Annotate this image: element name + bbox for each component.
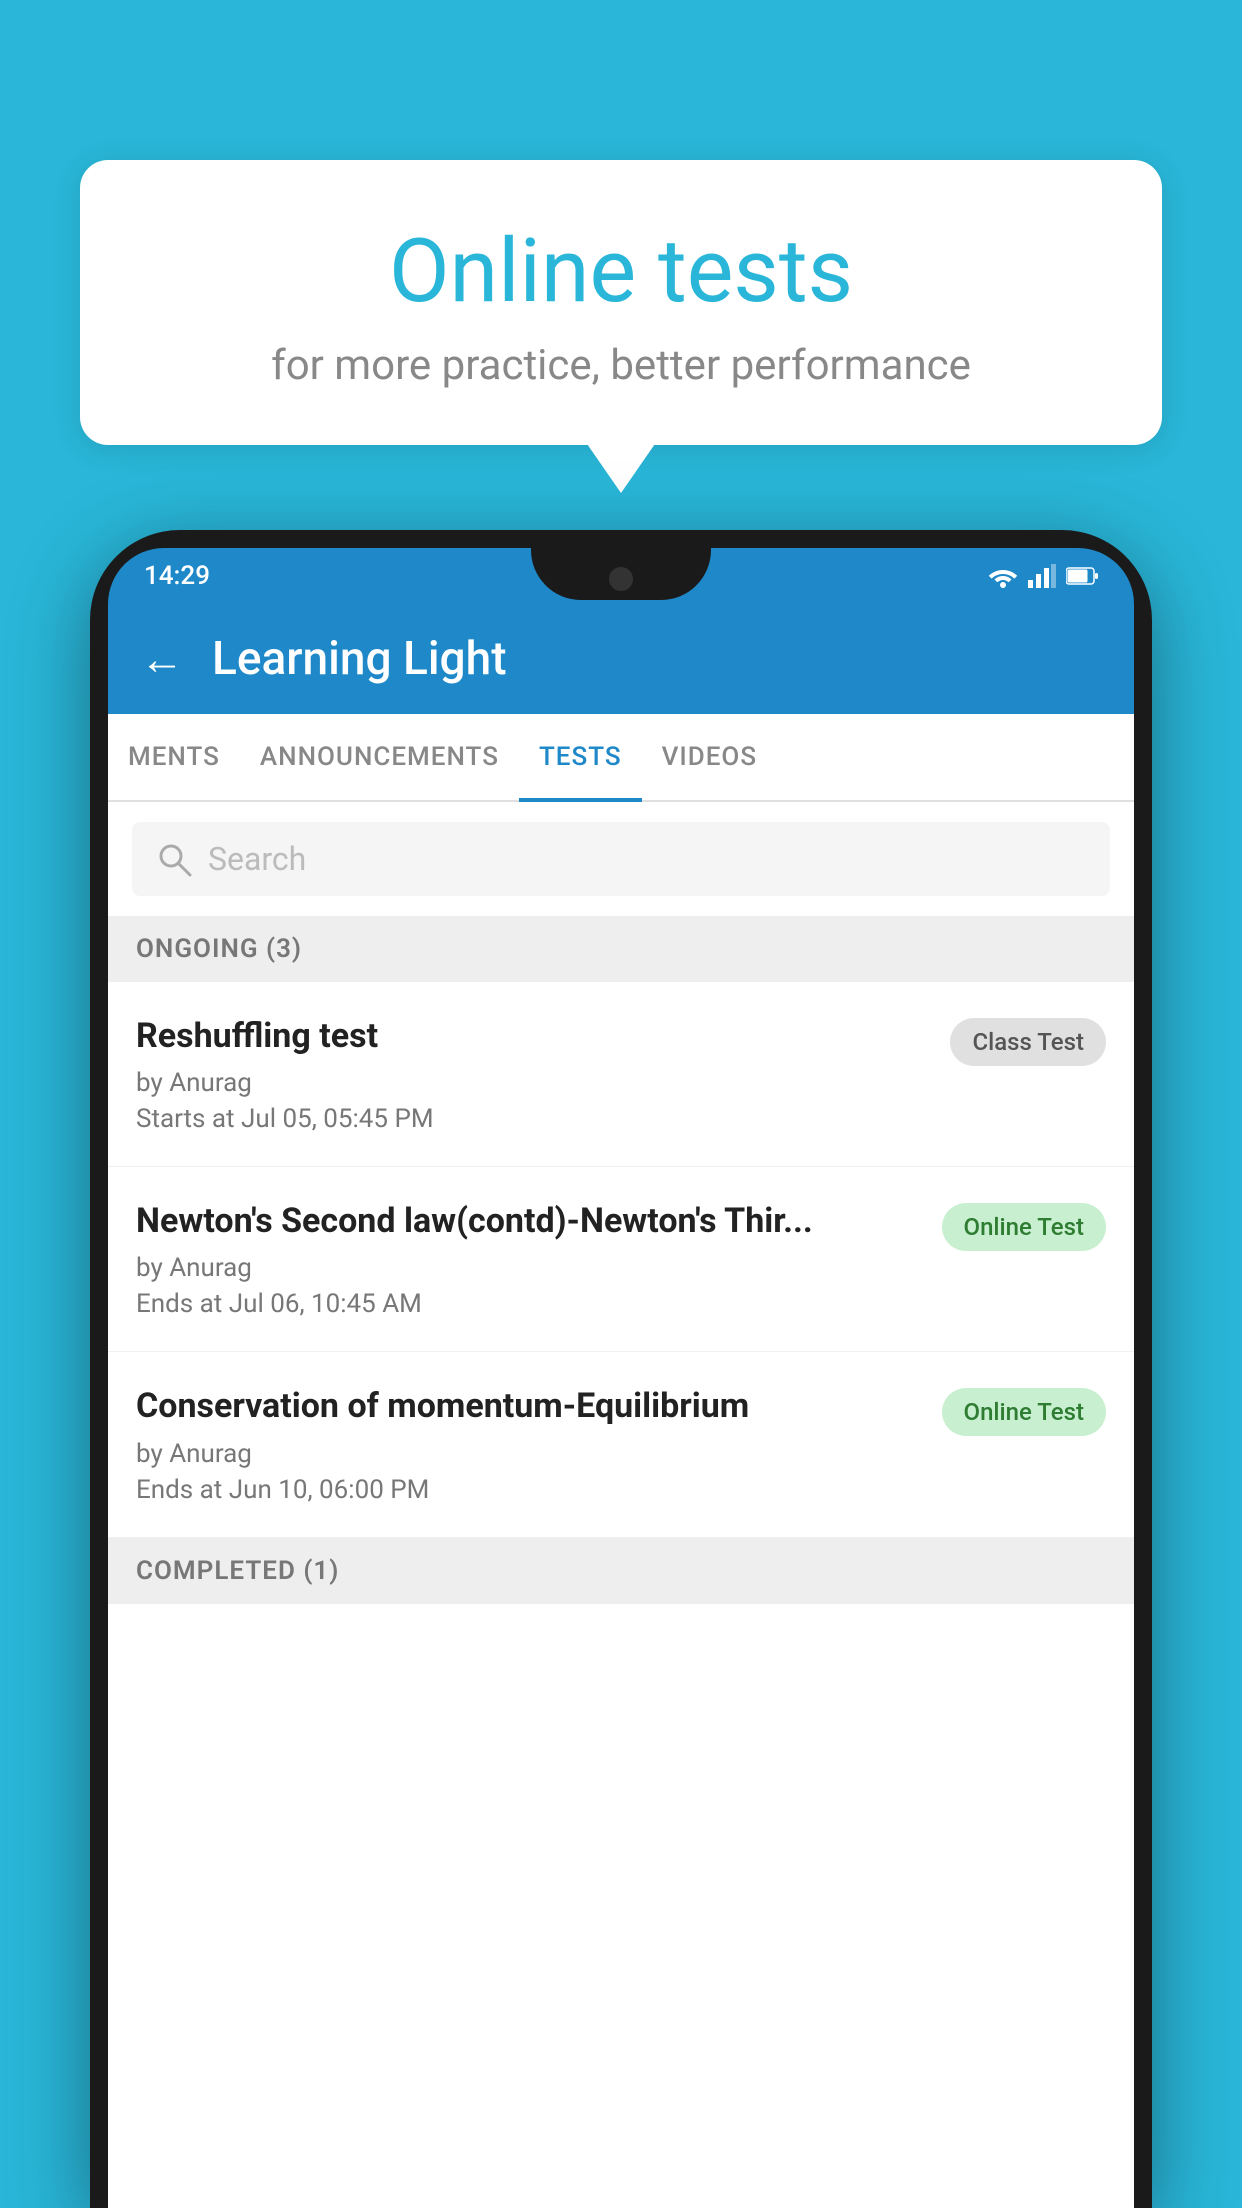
test-time-value: Jul 06, 10:45 AM [229,1289,422,1319]
test-time-value: Jul 05, 05:45 PM [241,1104,434,1134]
test-title: Newton's Second law(contd)-Newton's Thir… [136,1199,922,1243]
ongoing-section-header: ONGOING (3) [108,916,1134,982]
test-item-content: Reshuffling test by Anurag Starts at Jul… [136,1014,950,1134]
test-time-label: Ends at [136,1475,222,1505]
test-badge-online: Online Test [942,1203,1106,1251]
test-item-content: Conservation of momentum-Equilibrium by … [136,1384,942,1504]
test-item[interactable]: Conservation of momentum-Equilibrium by … [108,1352,1134,1537]
promo-title: Online tests [130,220,1112,323]
tab-videos[interactable]: VIDEOS [642,714,777,800]
phone-screen: ← Learning Light MENTS ANNOUNCEMENTS TES… [108,604,1134,2208]
tab-ments[interactable]: MENTS [108,714,240,800]
battery-icon [1066,566,1098,586]
test-time: Ends at Jul 06, 10:45 AM [136,1289,922,1319]
camera [609,567,633,591]
search-container: Search [108,802,1134,916]
test-title: Reshuffling test [136,1014,930,1058]
promo-subtitle: for more practice, better performance [130,341,1112,390]
search-placeholder-text: Search [208,840,306,878]
signal-icon [1028,564,1056,588]
tab-tests[interactable]: TESTS [519,714,642,800]
search-input-wrap[interactable]: Search [132,822,1110,896]
tabs-bar: MENTS ANNOUNCEMENTS TESTS VIDEOS [108,714,1134,802]
phone-frame: 14:29 [90,530,1152,2208]
phone-time: 14:29 [144,561,210,591]
status-icons [988,564,1098,588]
test-time: Starts at Jul 05, 05:45 PM [136,1104,930,1134]
test-item[interactable]: Reshuffling test by Anurag Starts at Jul… [108,982,1134,1167]
test-badge-class: Class Test [950,1018,1106,1066]
test-badge-online: Online Test [942,1388,1106,1436]
status-bar: 14:29 [108,548,1134,604]
test-time-label: Starts at [136,1104,235,1134]
test-time-label: Ends at [136,1289,222,1319]
tab-announcements[interactable]: ANNOUNCEMENTS [240,714,519,800]
test-author: by Anurag [136,1439,922,1469]
promo-card: Online tests for more practice, better p… [80,160,1162,445]
app-title: Learning Light [212,632,507,686]
test-time-value: Jun 10, 06:00 PM [229,1475,430,1505]
back-button[interactable]: ← [140,633,184,685]
test-title: Conservation of momentum-Equilibrium [136,1384,922,1428]
completed-section-header: COMPLETED (1) [108,1538,1134,1604]
wifi-icon [988,564,1018,588]
test-author: by Anurag [136,1068,930,1098]
test-list: Reshuffling test by Anurag Starts at Jul… [108,982,1134,2208]
search-icon [156,841,192,877]
notch [531,548,711,600]
test-time: Ends at Jun 10, 06:00 PM [136,1475,922,1505]
test-author: by Anurag [136,1253,922,1283]
test-item[interactable]: Newton's Second law(contd)-Newton's Thir… [108,1167,1134,1352]
test-item-content: Newton's Second law(contd)-Newton's Thir… [136,1199,942,1319]
app-bar: ← Learning Light [108,604,1134,714]
